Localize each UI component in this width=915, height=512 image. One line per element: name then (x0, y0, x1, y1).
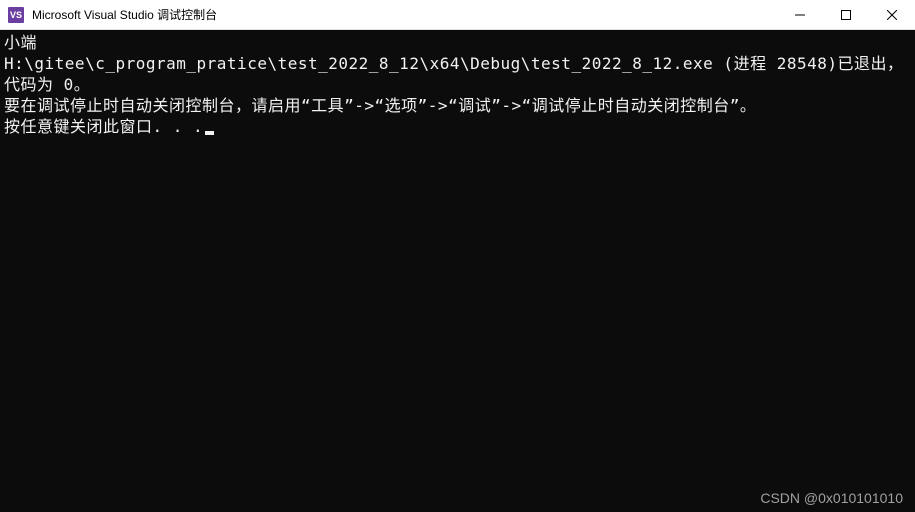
console-output[interactable]: 小端 H:\gitee\c_program_pratice\test_2022_… (0, 30, 915, 139)
close-button[interactable] (869, 0, 915, 29)
console-line: H:\gitee\c_program_pratice\test_2022_8_1… (4, 54, 904, 94)
close-icon (887, 10, 897, 20)
titlebar-left: VS Microsoft Visual Studio 调试控制台 (0, 6, 217, 23)
cursor-icon (205, 131, 214, 135)
console-line: 按任意键关闭此窗口. . . (4, 117, 203, 136)
maximize-icon (841, 10, 851, 20)
console-line: 小端 (4, 33, 37, 52)
watermark-text: CSDN @0x010101010 (760, 490, 903, 506)
app-icon: VS (8, 7, 24, 23)
minimize-icon (795, 10, 805, 20)
window-title: Microsoft Visual Studio 调试控制台 (32, 6, 217, 23)
maximize-button[interactable] (823, 0, 869, 29)
console-line: 要在调试停止时自动关闭控制台，请启用“工具”->“选项”->“调试”->“调试停… (4, 96, 756, 115)
window-controls (777, 0, 915, 29)
window-titlebar: VS Microsoft Visual Studio 调试控制台 (0, 0, 915, 30)
minimize-button[interactable] (777, 0, 823, 29)
